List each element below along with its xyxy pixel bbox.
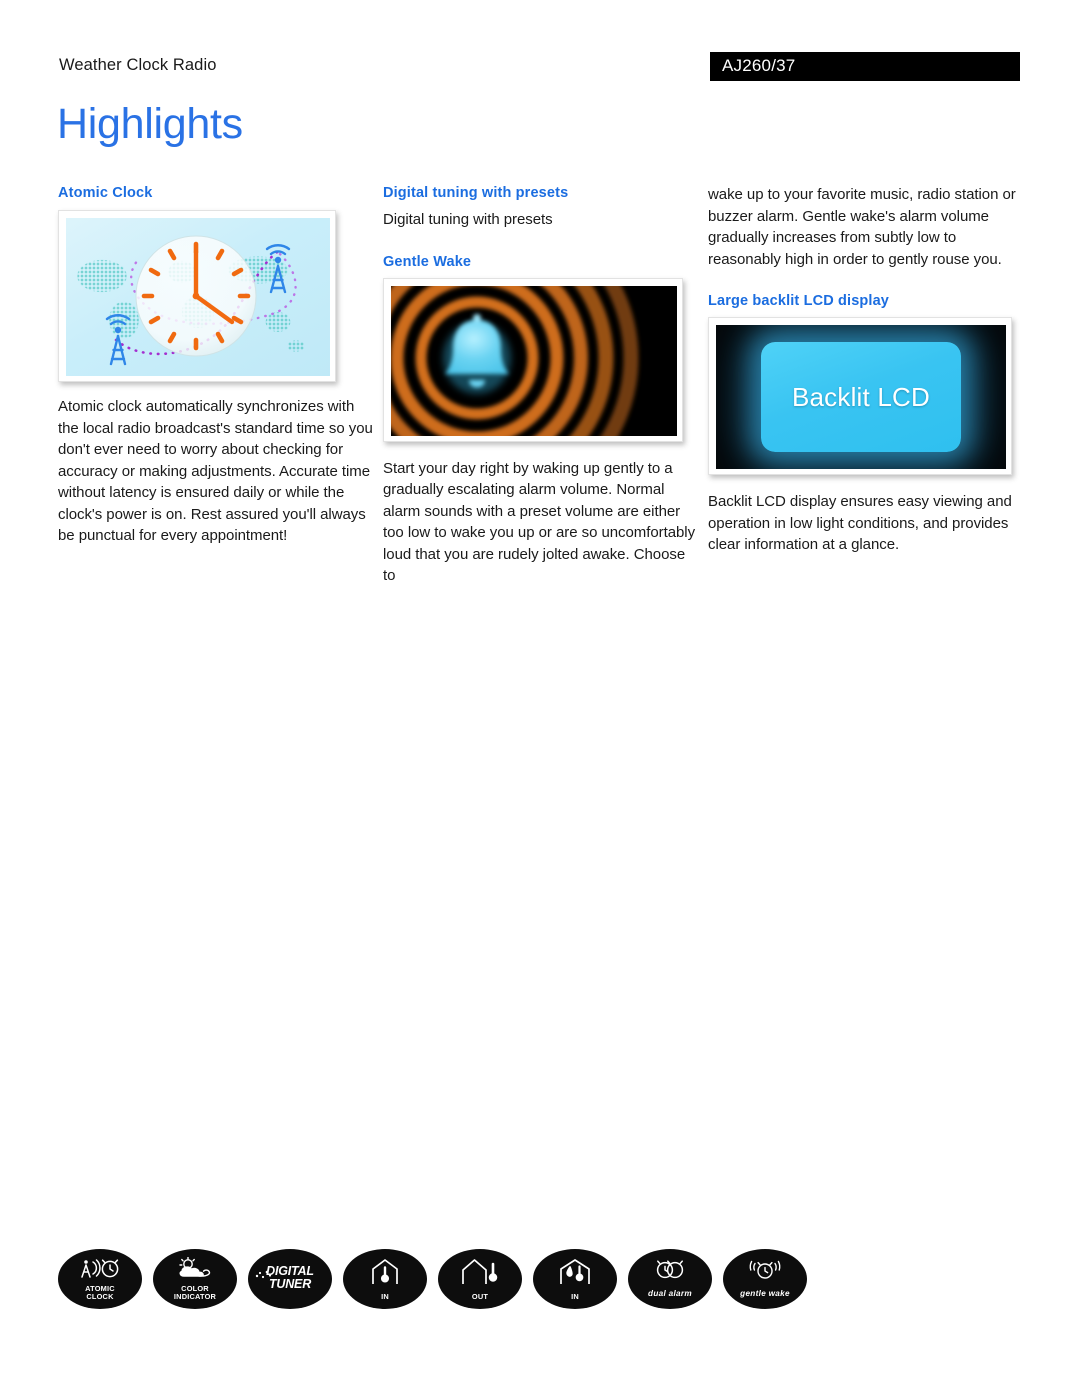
gentle-wake-clock-icon <box>723 1257 807 1281</box>
house-thermometer-in-icon <box>343 1257 427 1285</box>
badge-label: IN <box>343 1293 427 1302</box>
badge-label-line2: CLOCK <box>86 1292 114 1302</box>
house-humidity-icon <box>533 1257 617 1285</box>
feature-body-gentle-wake: Start your day right by waking up gently… <box>383 459 696 585</box>
house-thermometer-out-icon <box>438 1257 522 1285</box>
column-middle: Digital tuning with presets Digital tuni… <box>383 184 698 587</box>
badge-label-line1: gentle wake <box>740 1289 790 1299</box>
badge-label-line2: TUNER <box>268 1277 312 1291</box>
lcd-screen-text: Backlit LCD <box>791 381 930 412</box>
badge-label-line1: IN <box>381 1292 389 1302</box>
feature-body-digital-tuning: Digital tuning with presets <box>383 211 553 229</box>
badge-dual-alarm: dual alarm <box>628 1249 712 1309</box>
badge-label-line1: IN <box>571 1292 579 1302</box>
badge-outdoor-temperature: OUT <box>438 1249 522 1309</box>
badge-label-line2: INDICATOR <box>173 1292 217 1302</box>
column-right: wake up to your favorite music, radio st… <box>708 184 1023 556</box>
badge-label: COLOR INDICATOR <box>153 1284 237 1302</box>
model-number-bar: AJ260/37 <box>710 52 1020 81</box>
feature-heading-gentle-wake: Gentle Wake <box>383 253 472 270</box>
digital-tuner-wordmark: DIGITAL TUNER <box>248 1265 332 1291</box>
gentle-wake-artwork <box>391 285 677 436</box>
gentle-wake-svg <box>391 285 677 436</box>
badge-label: IN <box>533 1293 617 1302</box>
model-number-label: AJ260/37 <box>722 56 796 75</box>
atomic-clock-svg <box>105 235 297 366</box>
badge-label: ATOMIC CLOCK <box>58 1284 142 1302</box>
column-left: Atomic Clock Atomic clock automatically … <box>58 184 373 547</box>
badge-color-indicator: COLOR INDICATOR <box>153 1249 237 1309</box>
feature-body-backlit-lcd: Backlit LCD display ensures easy viewing… <box>708 493 1012 554</box>
feature-body-gentle-wake-continued: wake up to your favorite music, radio st… <box>708 186 1016 268</box>
badge-label: dual alarm <box>628 1290 712 1299</box>
backlit-lcd-artwork: Backlit LCD <box>716 325 1006 470</box>
badge-indoor-temperature: IN <box>343 1249 427 1309</box>
feature-body-atomic-clock: Atomic clock automatically synchronizes … <box>58 398 373 545</box>
feature-badge-row: ATOMIC CLOCK COLOR INDICATOR DIGITAL TUN… <box>58 1249 1018 1311</box>
dual-alarm-clock-icon <box>628 1257 712 1281</box>
lcd-screen: Backlit LCD <box>761 342 961 453</box>
page-title: Highlights <box>57 100 243 148</box>
badge-label-line1: dual alarm <box>648 1289 692 1299</box>
badge-gentle-wake: gentle wake <box>723 1249 807 1309</box>
badge-atomic-clock: ATOMIC CLOCK <box>58 1249 142 1309</box>
badge-label: gentle wake <box>723 1290 807 1299</box>
product-category-label: Weather Clock Radio <box>59 56 217 74</box>
badge-indoor-humidity: IN <box>533 1249 617 1309</box>
atomic-clock-artwork <box>66 218 330 377</box>
badge-label: OUT <box>438 1293 522 1302</box>
sun-cloud-icon <box>153 1257 237 1281</box>
gentle-wake-image <box>383 277 683 442</box>
badge-digital-tuner: DIGITAL TUNER <box>248 1249 332 1309</box>
atomic-clock-image <box>58 210 336 383</box>
feature-heading-atomic-clock: Atomic Clock <box>58 185 153 201</box>
backlit-lcd-image: Backlit LCD <box>708 317 1012 476</box>
atomic-clock-icon <box>58 1257 142 1281</box>
badge-label-line1: DIGITAL <box>266 1264 314 1278</box>
page-header: Weather Clock Radio AJ260/37 <box>0 0 1080 92</box>
feature-heading-backlit-lcd: Large backlit LCD display <box>708 293 890 309</box>
feature-heading-digital-tuning: Digital tuning with presets <box>383 185 569 201</box>
badge-label-line1: OUT <box>471 1292 489 1302</box>
